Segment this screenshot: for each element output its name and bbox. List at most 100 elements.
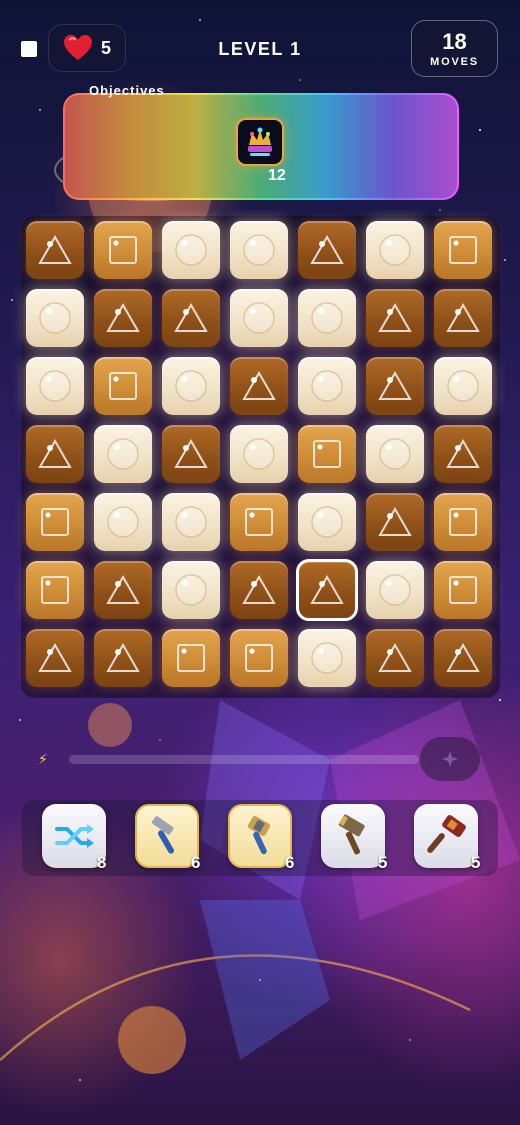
hammer-icon [151,816,174,854]
triangle-icon [307,230,347,270]
game-board [21,216,500,698]
dark-triangle-tile[interactable] [434,289,492,347]
dark-triangle-tile[interactable] [162,425,220,483]
power-meter-track [69,755,419,764]
light-circle-tile[interactable] [434,357,492,415]
triangle-icon [443,434,483,474]
triangle-icon [375,298,415,338]
dark-triangle-tile[interactable] [366,493,424,551]
mid-square-tile[interactable] [26,561,84,619]
light-circle-tile[interactable] [230,289,288,347]
triangle-icon [103,298,143,338]
moves-label: MOVES [430,55,479,68]
light-circle-tile[interactable] [162,561,220,619]
circle-icon [171,502,211,542]
dark-triangle-tile[interactable] [26,221,84,279]
square-icon [35,502,75,542]
lightning-bolt-icon: ⚡ [38,752,48,768]
booster-mallet[interactable] [228,804,292,868]
light-circle-tile[interactable] [298,493,356,551]
square-icon [239,502,279,542]
mid-square-tile[interactable] [434,561,492,619]
square-icon [239,638,279,678]
war-hammer-icon [338,814,365,855]
triangle-icon [103,570,143,610]
circle-icon [307,502,347,542]
mallet-icon [247,816,271,855]
circle-icon [35,366,75,406]
triangle-icon [375,638,415,678]
light-circle-tile[interactable] [26,357,84,415]
mid-square-tile[interactable] [298,425,356,483]
mid-square-tile[interactable] [434,221,492,279]
circle-icon [307,298,347,338]
light-circle-tile[interactable] [298,357,356,415]
triangle-icon [307,570,347,610]
dark-triangle-tile[interactable] [296,559,358,621]
mid-square-tile[interactable] [26,493,84,551]
circle-icon [103,502,143,542]
mid-square-tile[interactable] [162,629,220,687]
triangle-icon [103,638,143,678]
dark-triangle-tile[interactable] [26,425,84,483]
light-circle-tile[interactable] [162,493,220,551]
dark-triangle-tile[interactable] [26,629,84,687]
triangle-icon [443,298,483,338]
power-orb[interactable] [420,737,480,781]
circle-icon [239,434,279,474]
circle-icon [171,366,211,406]
circle-icon [239,298,279,338]
triangle-icon [171,298,211,338]
light-circle-tile[interactable] [298,289,356,347]
moves-value: 18 [442,28,467,54]
light-circle-tile[interactable] [94,493,152,551]
square-icon [103,230,143,270]
dark-triangle-tile[interactable] [366,357,424,415]
booster-shuffle-count: 8 [97,853,107,872]
light-circle-tile[interactable] [230,221,288,279]
dark-triangle-tile[interactable] [434,629,492,687]
mid-square-tile[interactable] [94,357,152,415]
triangle-icon [443,638,483,678]
circle-icon [171,570,211,610]
dark-triangle-tile[interactable] [298,221,356,279]
mid-square-tile[interactable] [230,629,288,687]
dark-triangle-tile[interactable] [434,425,492,483]
dark-triangle-tile[interactable] [230,357,288,415]
light-circle-tile[interactable] [162,221,220,279]
light-circle-tile[interactable] [366,425,424,483]
booster-war-hammer[interactable] [321,804,385,868]
circle-icon [239,230,279,270]
triangle-icon [375,366,415,406]
circle-icon [103,434,143,474]
objective-count: 12 [268,167,286,184]
dark-triangle-tile[interactable] [94,289,152,347]
light-circle-tile[interactable] [366,221,424,279]
mid-square-tile[interactable] [434,493,492,551]
triangle-icon [35,638,75,678]
dark-triangle-tile[interactable] [366,289,424,347]
dark-triangle-tile[interactable] [230,561,288,619]
light-circle-tile[interactable] [230,425,288,483]
dark-triangle-tile[interactable] [366,629,424,687]
dark-triangle-tile[interactable] [162,289,220,347]
booster-sledgehammer[interactable] [414,804,478,868]
dark-triangle-tile[interactable] [94,629,152,687]
square-icon [443,570,483,610]
triangle-icon [239,366,279,406]
dark-triangle-tile[interactable] [94,561,152,619]
mid-square-tile[interactable] [94,221,152,279]
light-circle-tile[interactable] [94,425,152,483]
triangle-icon [35,434,75,474]
light-circle-tile[interactable] [162,357,220,415]
square-icon [103,366,143,406]
shuffle-arrows-icon [55,824,94,848]
light-circle-tile[interactable] [366,561,424,619]
mid-square-tile[interactable] [230,493,288,551]
booster-mallet-count: 6 [285,853,295,872]
triangle-icon [171,434,211,474]
circle-icon [35,298,75,338]
booster-hammer[interactable] [135,804,199,868]
light-circle-tile[interactable] [298,629,356,687]
light-circle-tile[interactable] [26,289,84,347]
